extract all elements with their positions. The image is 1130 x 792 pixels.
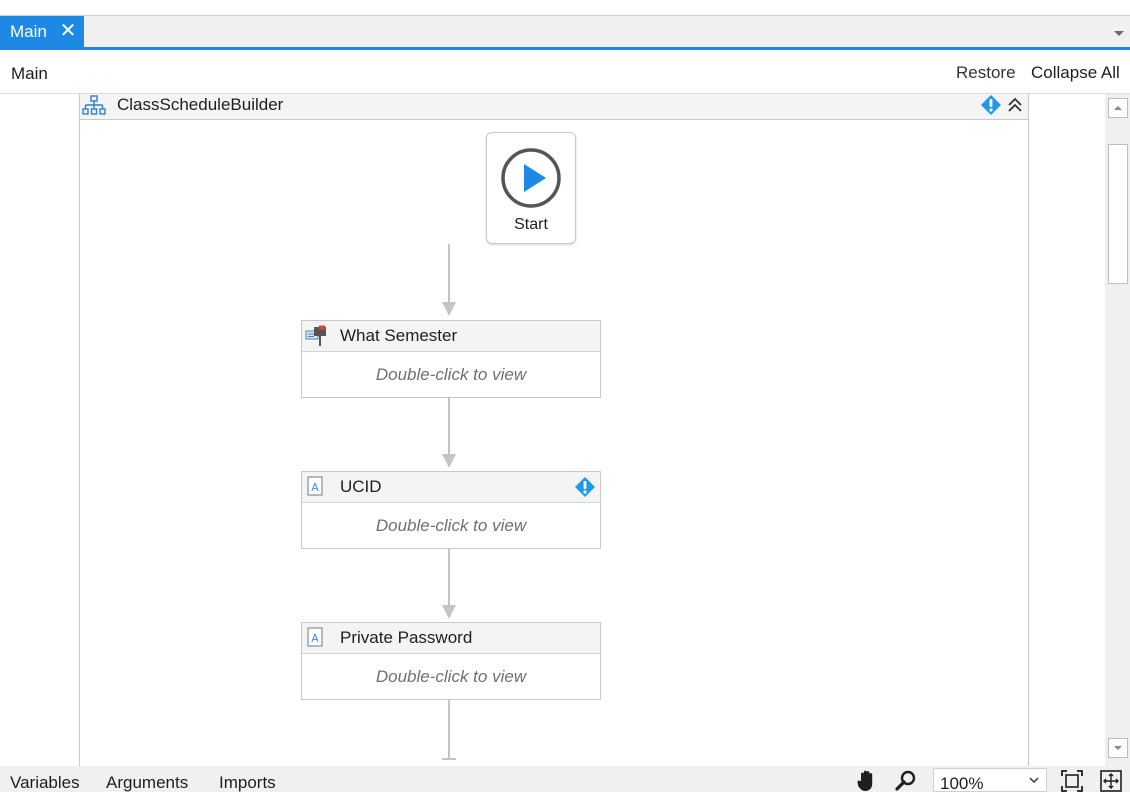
bottom-bar: Variables Arguments Imports 100% [0,766,1130,792]
connector-line [448,700,450,760]
zoom-icon[interactable] [895,770,917,792]
overview-icon[interactable] [1100,770,1122,792]
connector-line [442,758,456,760]
variables-tab[interactable]: Variables [10,773,80,792]
zoom-select[interactable]: 100% [933,768,1047,792]
activity-private-password[interactable]: A Private Password Double-click to view [301,622,601,700]
connector-arrow [442,605,456,619]
close-icon[interactable]: ✕ [58,21,78,41]
chevron-down-icon [1029,777,1039,784]
fit-to-screen-icon[interactable] [1061,770,1083,792]
scroll-up-button[interactable] [1108,98,1128,118]
activity-title: Private Password [340,628,473,647]
activity-ucid[interactable]: A UCID Double-click to view [301,471,601,549]
activity-hint: Double-click to view [375,365,527,384]
start-label: Start [514,216,548,233]
activity-hint: Double-click to view [375,667,527,686]
activity-title: UCID [340,477,382,496]
breadcrumb-bar: Main Restore Collapse All [0,50,1130,94]
warning-icon[interactable] [574,476,596,498]
input-dialog-icon: A [307,476,323,496]
zoom-value: 100% [940,774,984,792]
chevron-down-icon [1114,746,1122,750]
connector-arrow [442,302,456,316]
collapse-icon[interactable] [1005,95,1025,115]
sequence-title: ClassScheduleBuilder [117,95,284,114]
chevron-up-icon [1114,106,1122,110]
sequence-header[interactable]: ClassScheduleBuilder [80,94,1028,120]
hand-pan-icon[interactable] [856,769,878,792]
breadcrumb[interactable]: Main [11,64,48,84]
connector-line [448,549,450,607]
vertical-scrollbar[interactable] [1105,94,1130,766]
play-icon [501,148,561,208]
message-box-icon [305,325,326,346]
activity-header: What Semester [302,321,600,352]
connector-line [448,398,450,456]
imports-tab[interactable]: Imports [219,773,276,792]
activity-hint: Double-click to view [375,516,527,535]
collapse-all-button[interactable]: Collapse All [1031,63,1120,83]
tab-main[interactable]: Main ✕ [0,16,84,47]
restore-button[interactable]: Restore [956,63,1016,83]
sequence-container[interactable]: ClassScheduleBuilder Start What Semester… [79,94,1029,766]
window-top-strip [0,0,1130,16]
input-dialog-icon: A [307,627,323,647]
start-node[interactable]: Start [486,132,576,244]
activity-header: A UCID [302,472,600,503]
connector-line [448,244,450,304]
svg-text:A: A [311,632,319,645]
tab-main-label: Main [10,21,47,41]
flowchart-icon [82,95,106,115]
connector-arrow [442,454,456,468]
activity-title: What Semester [340,326,458,345]
svg-text:A: A [311,481,319,494]
activity-what-semester[interactable]: What Semester Double-click to view [301,320,601,398]
activity-header: A Private Password [302,623,600,654]
scrollbar-thumb[interactable] [1108,144,1128,284]
chevron-down-icon[interactable] [1112,28,1126,38]
document-tab-bar: Main ✕ [0,16,1130,50]
designer-canvas[interactable]: ClassScheduleBuilder Start What Semester… [0,94,1105,766]
scroll-down-button[interactable] [1108,738,1128,758]
warning-icon[interactable] [980,94,1002,116]
arguments-tab[interactable]: Arguments [106,773,188,792]
